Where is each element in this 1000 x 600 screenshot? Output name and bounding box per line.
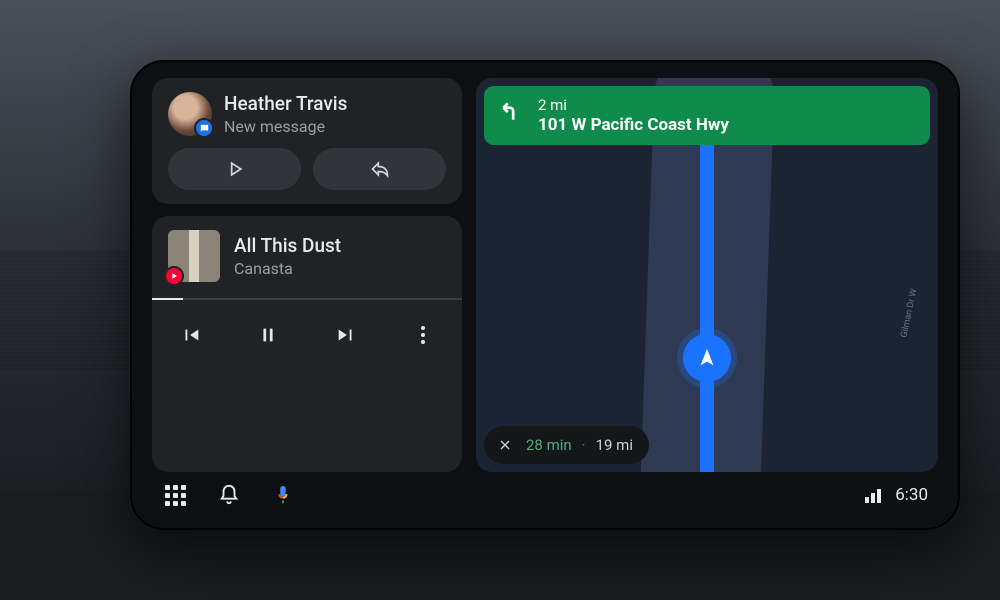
message-subtitle: New message (224, 117, 347, 136)
app-launcher-button[interactable] (162, 482, 188, 508)
sender-avatar (168, 92, 212, 136)
turn-left-icon (498, 98, 524, 124)
eta-distance: 19 mi (596, 436, 633, 454)
clock: 6:30 (895, 485, 928, 505)
play-message-button[interactable] (168, 148, 301, 190)
close-icon (497, 437, 513, 453)
youtube-music-icon (164, 266, 184, 286)
track-artist: Canasta (234, 259, 341, 278)
turn-instruction-banner[interactable]: 2 mi 101 W Pacific Coast Hwy (484, 86, 930, 145)
album-art (168, 230, 220, 282)
close-eta-button[interactable] (494, 434, 516, 456)
next-track-button[interactable] (329, 318, 363, 352)
message-card[interactable]: Heather Travis New message (152, 78, 462, 204)
system-bar: 6:30 (152, 472, 938, 518)
notifications-button[interactable] (216, 482, 242, 508)
signal-icon (865, 487, 881, 503)
navigation-arrow-icon (696, 347, 718, 369)
apps-grid-icon (165, 485, 186, 506)
eta-time: 28 min (526, 436, 572, 454)
sender-name: Heather Travis (224, 92, 347, 115)
play-icon (225, 159, 245, 179)
assistant-mic-icon (272, 484, 294, 506)
pause-icon (257, 324, 279, 346)
navigation-map[interactable]: Gilman Dr W 2 mi 101 W Pacific Coast Hwy… (476, 78, 938, 472)
reply-icon (370, 159, 390, 179)
turn-distance: 2 mi (538, 96, 729, 114)
infotainment-screen: Heather Travis New message (130, 60, 960, 530)
turn-road: 101 W Pacific Coast Hwy (538, 115, 729, 135)
eta-chip[interactable]: 28 min · 19 mi (484, 426, 649, 464)
left-column: Heather Travis New message (152, 78, 462, 472)
skip-previous-icon (180, 324, 202, 346)
street-label: Gilman Dr W (900, 288, 920, 339)
messages-app-icon (194, 118, 214, 138)
pause-button[interactable] (251, 318, 285, 352)
skip-next-icon (335, 324, 357, 346)
track-title: All This Dust (234, 234, 341, 257)
more-icon (421, 326, 425, 344)
reply-button[interactable] (313, 148, 446, 190)
current-location-marker (683, 334, 731, 382)
playback-progress[interactable] (152, 298, 462, 300)
bell-icon (218, 484, 240, 506)
media-card[interactable]: All This Dust Canasta (152, 216, 462, 472)
workspace: Heather Travis New message (152, 78, 938, 472)
voice-assistant-button[interactable] (270, 482, 296, 508)
media-more-button[interactable] (406, 318, 440, 352)
previous-track-button[interactable] (174, 318, 208, 352)
